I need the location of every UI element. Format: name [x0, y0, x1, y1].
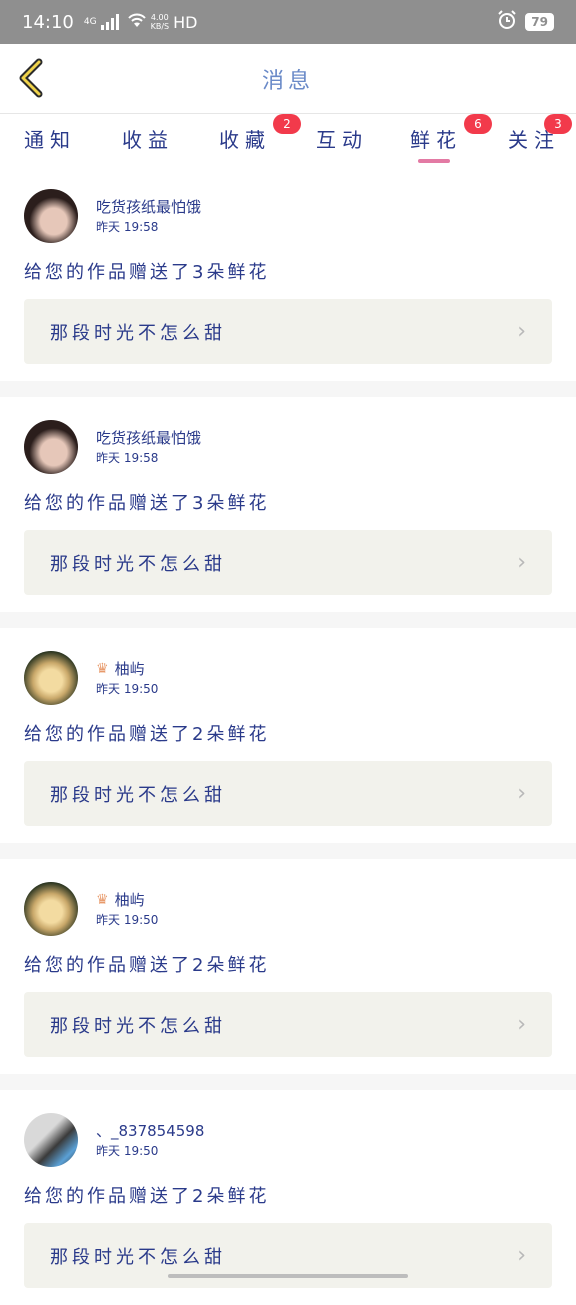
wifi-icon: [127, 12, 147, 32]
tab-label: 通知: [24, 128, 76, 152]
message-text: 给您的作品赠送了2朵鲜花: [24, 955, 270, 976]
active-tab-indicator: [418, 159, 450, 163]
list-item: ♛ 柚屿 昨天 19:50 给您的作品赠送了2朵鲜花 那段时光不怎么甜 ›: [0, 628, 576, 843]
avatar[interactable]: [24, 651, 78, 705]
tab-following[interactable]: 关注 3: [508, 114, 572, 153]
page-title: 消息: [261, 68, 314, 94]
work-title: 那段时光不怎么甜: [50, 322, 226, 344]
chevron-left-icon: [19, 58, 43, 98]
chevron-right-icon: ›: [517, 319, 526, 344]
badge-count: 6: [464, 114, 492, 134]
username[interactable]: 柚屿: [115, 658, 145, 679]
net-speed-unit: KB/S: [150, 22, 170, 31]
status-bar: 14:10 4G 4.00 KB/S HD 79: [0, 0, 576, 44]
chevron-right-icon: ›: [517, 1243, 526, 1268]
work-title: 那段时光不怎么甜: [50, 784, 226, 806]
work-link[interactable]: 那段时光不怎么甜 ›: [24, 530, 552, 595]
divider: [0, 612, 576, 628]
timestamp: 昨天 19:58: [96, 451, 159, 465]
avatar[interactable]: [24, 189, 78, 243]
chevron-right-icon: ›: [517, 1012, 526, 1037]
work-title: 那段时光不怎么甜: [50, 1015, 226, 1037]
alarm-icon: [497, 9, 517, 35]
vip-crown-icon: ♛: [96, 891, 109, 908]
list-item: 吃货孩纸最怕饿 昨天 19:58 给您的作品赠送了3朵鲜花 那段时光不怎么甜 ›: [0, 397, 576, 612]
work-title: 那段时光不怎么甜: [50, 1246, 226, 1268]
message-text: 给您的作品赠送了3朵鲜花: [24, 493, 270, 514]
home-indicator[interactable]: [168, 1274, 408, 1278]
tab-earnings[interactable]: 收益: [122, 124, 174, 153]
tab-label: 收藏: [219, 128, 271, 152]
work-title: 那段时光不怎么甜: [50, 553, 226, 575]
list-item: 吃货孩纸最怕饿 昨天 19:58 给您的作品赠送了3朵鲜花 那段时光不怎么甜 ›: [0, 166, 576, 381]
tab-favorites[interactable]: 收藏 2: [219, 114, 301, 153]
net-speed-value: 4.00: [150, 13, 169, 22]
list-item: 、_837854598 昨天 19:50 给您的作品赠送了2朵鲜花 那段时光不怎…: [0, 1090, 576, 1305]
chevron-right-icon: ›: [517, 781, 526, 806]
divider: [0, 1074, 576, 1090]
chevron-right-icon: ›: [517, 550, 526, 575]
net-speed: 4.00 KB/S: [151, 13, 170, 31]
username[interactable]: 吃货孩纸最怕饿: [96, 427, 201, 448]
timestamp: 昨天 19:50: [96, 682, 159, 696]
tab-bar: 通知 收益 收藏 2 互动 鲜花 6 关注 3: [0, 114, 576, 166]
badge-count: 2: [273, 114, 301, 134]
message-text: 给您的作品赠送了3朵鲜花: [24, 262, 270, 283]
avatar[interactable]: [24, 1113, 78, 1167]
username[interactable]: 柚屿: [115, 889, 145, 910]
work-link[interactable]: 那段时光不怎么甜 ›: [24, 1223, 552, 1288]
work-link[interactable]: 那段时光不怎么甜 ›: [24, 299, 552, 364]
badge-count: 3: [544, 114, 572, 134]
work-link[interactable]: 那段时光不怎么甜 ›: [24, 761, 552, 826]
avatar[interactable]: [24, 420, 78, 474]
tab-label: 收益: [122, 128, 174, 152]
tab-interactions[interactable]: 互动: [316, 124, 368, 153]
network-type: 4G: [83, 16, 97, 27]
username[interactable]: 、_837854598: [96, 1120, 204, 1141]
message-text: 给您的作品赠送了2朵鲜花: [24, 724, 270, 745]
hd-indicator: HD: [173, 12, 198, 32]
divider: [0, 843, 576, 859]
timestamp: 昨天 19:58: [96, 220, 159, 234]
tab-flowers[interactable]: 鲜花 6: [410, 114, 492, 163]
message-list: 吃货孩纸最怕饿 昨天 19:58 给您的作品赠送了3朵鲜花 那段时光不怎么甜 ›…: [0, 166, 576, 1305]
divider: [0, 381, 576, 397]
message-text: 给您的作品赠送了2朵鲜花: [24, 1186, 270, 1207]
battery-icon: 79: [525, 13, 554, 31]
timestamp: 昨天 19:50: [96, 1144, 159, 1158]
tab-label: 鲜花: [410, 128, 462, 152]
vip-crown-icon: ♛: [96, 660, 109, 677]
status-time: 14:10: [22, 11, 74, 33]
timestamp: 昨天 19:50: [96, 913, 159, 927]
back-button[interactable]: [14, 58, 50, 98]
list-item: ♛ 柚屿 昨天 19:50 给您的作品赠送了2朵鲜花 那段时光不怎么甜 ›: [0, 859, 576, 1074]
tab-label: 互动: [316, 128, 368, 152]
app-header: 消息: [0, 44, 576, 114]
work-link[interactable]: 那段时光不怎么甜 ›: [24, 992, 552, 1057]
avatar[interactable]: [24, 882, 78, 936]
signal-icon: [100, 14, 119, 30]
tab-notifications[interactable]: 通知: [24, 124, 76, 153]
username[interactable]: 吃货孩纸最怕饿: [96, 196, 201, 217]
